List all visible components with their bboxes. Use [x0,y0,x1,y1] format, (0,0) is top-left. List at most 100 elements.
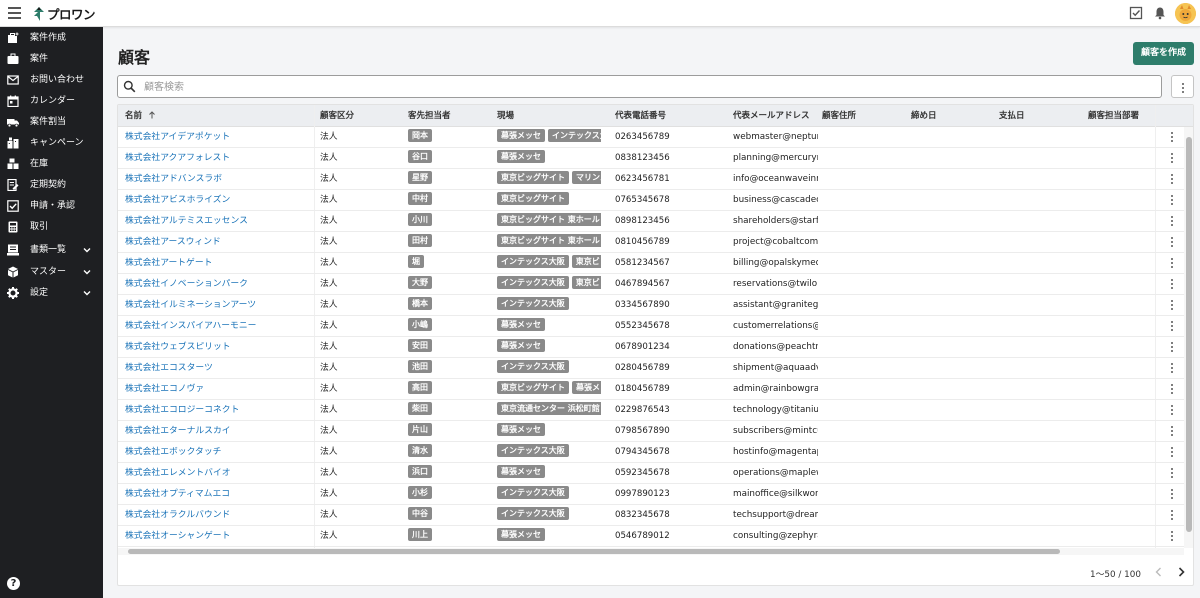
customer-name-link[interactable]: 株式会社エボックタッチ [125,442,313,463]
help-icon[interactable]: ? [7,577,20,590]
customer-name-link[interactable]: 株式会社ウェブスピリット [125,337,313,358]
horizontal-scrollbar[interactable] [118,548,1184,555]
row-menu-kebab-icon[interactable] [1166,193,1178,208]
column-header-type[interactable]: 顧客区分 [320,105,354,127]
row-menu-kebab-icon[interactable] [1166,256,1178,271]
column-header-address[interactable]: 顧客住所 [822,105,856,127]
row-menu-kebab-icon[interactable] [1166,361,1178,376]
sidebar-item-inventory[interactable]: 在庫 [0,154,103,175]
table-row[interactable]: 株式会社エレメントバイオ 法人 浜口 幕張メッセ 0592345678 operation… [118,463,1193,484]
table-row[interactable]: 株式会社オーシャンゲート 法人 川上 幕張メッセ 0546789012 consultin… [118,526,1193,547]
more-options-button[interactable] [1171,75,1194,98]
row-menu-kebab-icon[interactable] [1166,382,1178,397]
column-header-email[interactable]: 代表メールアドレス [733,105,810,127]
customer-name-link[interactable]: 株式会社インスパイアハーモニー [125,316,313,337]
table-row[interactable]: 株式会社エコロジーコネクト 法人 柴田 東京流通センター 浜松町館 0229876543… [118,400,1193,421]
customer-name-link[interactable]: 株式会社エターナルスカイ [125,421,313,442]
column-header-payment-date[interactable]: 支払日 [999,105,1025,127]
customer-name-link[interactable]: 株式会社アビスホライズン [125,190,313,211]
customer-name-link[interactable]: 株式会社オラクルバウンド [125,505,313,526]
table-row[interactable]: 株式会社エボックタッチ 法人 清水 インテックス大阪 0794345678 hostinf… [118,442,1193,463]
sidebar-item-calendar[interactable]: カレンダー [0,91,103,112]
column-header-closing-date[interactable]: 締め日 [911,105,937,127]
row-menu-kebab-icon[interactable] [1166,487,1178,502]
customer-name-link[interactable]: 株式会社オプティマムエコ [125,484,313,505]
row-menu-kebab-icon[interactable] [1166,151,1178,166]
customer-name-link[interactable]: 株式会社アルテミスエッセンス [125,211,313,232]
next-page-icon[interactable] [1174,565,1188,579]
table-row[interactable]: 株式会社アイデアポケット法人 岡本 幕張メッセインテックス大阪 0263456789 w… [118,127,1193,148]
sidebar-item-assignment[interactable]: 案件割当 [0,112,103,133]
sidebar-item-subscription[interactable]: 定期契約 [0,175,103,196]
customer-name-link[interactable]: 株式会社イノベーションパーク [125,274,313,295]
row-menu-kebab-icon[interactable] [1166,466,1178,481]
column-header-department[interactable]: 顧客担当部署 [1088,105,1139,127]
customer-name-link[interactable]: 株式会社エコノヴァ [125,379,313,400]
row-menu-kebab-icon[interactable] [1166,172,1178,187]
table-row[interactable]: 株式会社アースウィンド 法人 田村 東京ビッグサイト 東ホール 0810456789 pr… [118,232,1193,253]
search-field[interactable] [117,75,1162,98]
sidebar-item-inquiries[interactable]: お問い合わせ [0,70,103,91]
row-menu-kebab-icon[interactable] [1166,298,1178,313]
table-row[interactable]: 株式会社アルテミスエッセンス 法人 小川 東京ビッグサイト 東ホール 089812345… [118,211,1193,232]
customer-name-link[interactable]: 株式会社オーシャンゲート [125,526,313,547]
search-input[interactable] [144,79,1154,95]
customer-name-link[interactable]: 株式会社アースウィンド [125,232,313,253]
row-menu-kebab-icon[interactable] [1166,424,1178,439]
row-menu-kebab-icon[interactable] [1166,529,1178,544]
app-logo[interactable]: プロワン [34,5,96,22]
sidebar-item-documents[interactable]: 書類一覧 [0,240,103,261]
sidebar-item-master[interactable]: マスター [0,262,103,283]
table-row[interactable]: 株式会社エコスターツ 法人 池田 インテックス大阪 0280456789 shipment… [118,358,1193,379]
user-avatar[interactable] [1175,3,1196,24]
sidebar-item-settings[interactable]: 設定 [0,283,103,304]
table-row[interactable]: 株式会社エターナルスカイ 法人 片山 幕張メッセ 0798567890 subscribe… [118,421,1193,442]
customer-name-link[interactable]: 株式会社エレメントバイオ [125,463,313,484]
column-header-contact[interactable]: 客先担当者 [408,105,451,127]
hamburger-menu-icon[interactable] [8,7,21,19]
previous-page-icon[interactable] [1152,565,1166,579]
site-cell: 幕張メッセ [497,337,601,358]
sidebar-item-transactions[interactable]: 取引 [0,217,103,238]
table-row[interactable]: 株式会社イノベーションパーク法人 大野 インテックス大阪東京ビッグサイト 046789… [118,274,1193,295]
customer-name-link[interactable]: 株式会社アドバンスラボ [125,169,313,190]
bell-icon[interactable] [1153,6,1167,20]
row-menu-kebab-icon[interactable] [1166,445,1178,460]
row-menu-kebab-icon[interactable] [1166,508,1178,523]
customer-name-link[interactable]: 株式会社エコスターツ [125,358,313,379]
scrollbar-thumb[interactable] [1186,137,1192,532]
customer-name-link[interactable]: 株式会社アートゲート [125,253,313,274]
table-row[interactable]: 株式会社アドバンスラボ法人 星野 東京ビッグサイトマリンメッセ 0623456781 i… [118,169,1193,190]
column-header-site[interactable]: 現場 [497,105,514,127]
table-row[interactable]: 株式会社エコノヴァ法人 高田 東京ビッグサイト幕張メッセ 0180456789 admi… [118,379,1193,400]
table-row[interactable]: 株式会社オラクルバウンド 法人 中谷 インテックス大阪 0832345678 techsu… [118,505,1193,526]
column-header-name[interactable]: 名前 [125,105,156,127]
table-row[interactable]: 株式会社オプティマムエコ 法人 小杉 インテックス大阪 0997890123 mainof… [118,484,1193,505]
row-menu-kebab-icon[interactable] [1166,340,1178,355]
sidebar-item-new-case[interactable]: 案件作成 [0,28,103,49]
create-customer-button[interactable]: 顧客を作成 [1133,42,1194,65]
vertical-scrollbar[interactable] [1184,127,1193,548]
customer-name-link[interactable]: 株式会社エコロジーコネクト [125,400,313,421]
table-row[interactable]: 株式会社イルミネーションアーツ 法人 橋本 インテックス大阪 0334567890 ass… [118,295,1193,316]
customer-name-link[interactable]: 株式会社アイデアポケット [125,127,313,148]
customer-name-link[interactable]: 株式会社アクアフォレスト [125,148,313,169]
sidebar-item-campaign[interactable]: キャンペーン [0,133,103,154]
table-row[interactable]: 株式会社インスパイアハーモニー 法人 小嶋 幕張メッセ 0552345678 custom… [118,316,1193,337]
scrollbar-thumb[interactable] [128,549,1060,554]
table-row[interactable]: 株式会社アートゲート法人 堀 インテックス大阪東京ビッグサイト 0581234567 b… [118,253,1193,274]
row-menu-kebab-icon[interactable] [1166,403,1178,418]
row-menu-kebab-icon[interactable] [1166,235,1178,250]
row-menu-kebab-icon[interactable] [1166,214,1178,229]
row-menu-kebab-icon[interactable] [1166,277,1178,292]
table-row[interactable]: 株式会社アクアフォレスト 法人 谷口 幕張メッセ 0838123456 planning@… [118,148,1193,169]
table-row[interactable]: 株式会社ウェブスピリット 法人 安田 幕張メッセ 0678901234 donations… [118,337,1193,358]
sidebar-item-approval[interactable]: 申請・承認 [0,196,103,217]
row-menu-kebab-icon[interactable] [1166,130,1178,145]
task-check-icon[interactable] [1129,6,1143,20]
column-header-phone[interactable]: 代表電話番号 [615,105,666,127]
customer-name-link[interactable]: 株式会社イルミネーションアーツ [125,295,313,316]
sidebar-item-cases[interactable]: 案件 [0,49,103,70]
row-menu-kebab-icon[interactable] [1166,319,1178,334]
table-row[interactable]: 株式会社アビスホライズン 法人 中村 東京ビッグサイト 0765345678 busine… [118,190,1193,211]
